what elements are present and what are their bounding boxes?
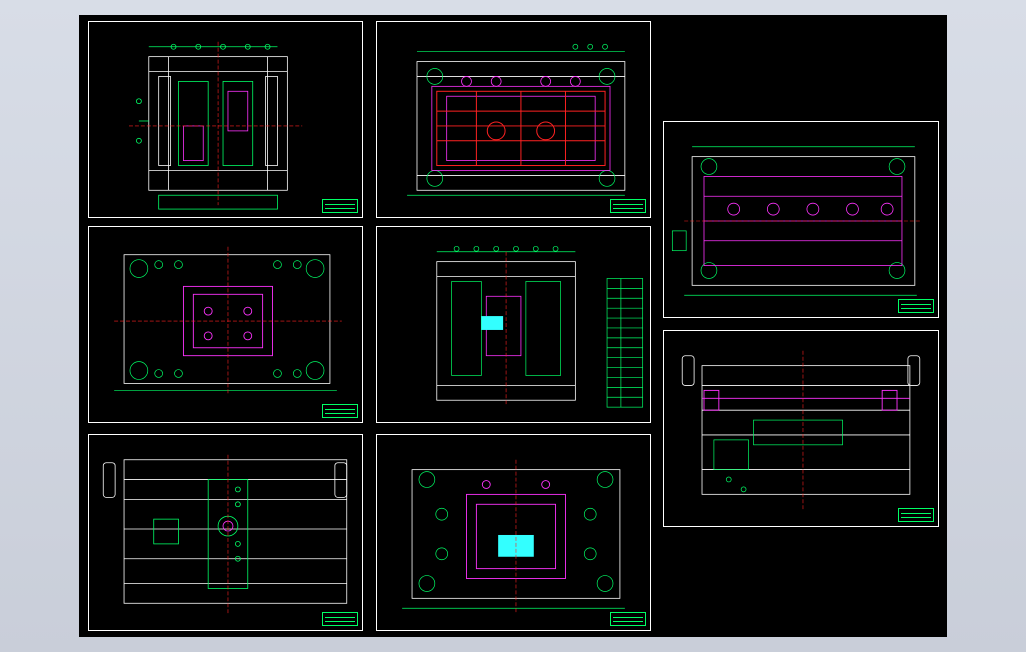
sheet-8-title-block (898, 508, 934, 522)
sheet-7-title-block (898, 299, 934, 313)
drawing-sheet-6[interactable] (376, 434, 651, 631)
drawing-sheet-3[interactable] (88, 226, 363, 423)
sheet-4-drawing (436, 245, 644, 408)
sheet-5-drawing (102, 454, 348, 614)
sheet-7-drawing (671, 146, 922, 296)
drawing-sheet-5[interactable] (88, 434, 363, 631)
drawing-sheet-2[interactable] (376, 21, 651, 218)
sheet-1-drawing (128, 41, 303, 210)
sheet-1-title-block (322, 199, 358, 213)
sheet-6-drawing (402, 459, 625, 614)
drawing-sheet-7[interactable] (663, 121, 939, 318)
sheet-3-drawing (114, 246, 342, 396)
sheet-8-drawing (681, 350, 921, 510)
sheet-2-title-block (610, 199, 646, 213)
cad-model-space[interactable] (79, 15, 947, 637)
drawing-sheet-1[interactable] (88, 21, 363, 218)
drawing-sheet-8[interactable] (663, 330, 939, 527)
drawing-sheet-4[interactable] (376, 226, 651, 423)
sheet-6-title-block (610, 612, 646, 626)
sheet-3-title-block (322, 404, 358, 418)
sheet-5-title-block (322, 612, 358, 626)
sheet-2-drawing (407, 43, 626, 196)
